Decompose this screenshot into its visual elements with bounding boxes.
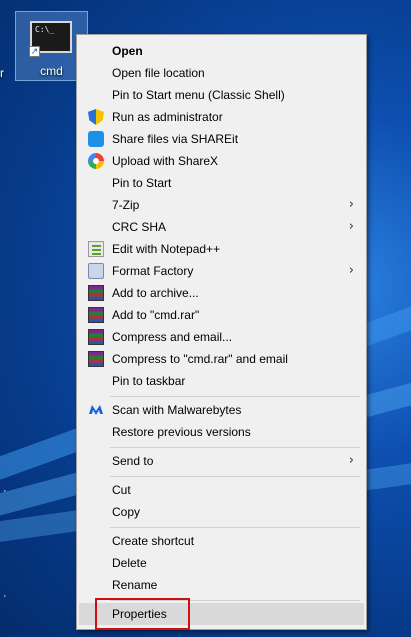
- menu-item-label: Edit with Notepad++: [112, 242, 221, 256]
- menu-item-label: Pin to Start menu (Classic Shell): [112, 88, 285, 102]
- menu-item-label: Share files via SHAREit: [112, 132, 239, 146]
- properties-highlight-box: [95, 598, 190, 630]
- winrar-icon: [88, 285, 104, 301]
- context-menu: Open Open file location Pin to Start men…: [76, 34, 367, 630]
- menu-item-label: Pin to Start: [112, 176, 172, 190]
- chevron-right-icon: ›: [348, 263, 354, 278]
- menu-item-restore-previous-versions[interactable]: Restore previous versions: [79, 421, 364, 443]
- menu-item-pin-to-start[interactable]: Pin to Start: [79, 172, 364, 194]
- menu-item-label: Run as administrator: [112, 110, 223, 124]
- menu-item-label: 7-Zip: [112, 198, 140, 212]
- chevron-right-icon: ›: [348, 197, 354, 212]
- menu-item-label: Compress and email...: [112, 330, 233, 344]
- winrar-icon: [88, 329, 104, 345]
- notepadpp-icon: [88, 241, 104, 257]
- menu-separator: [110, 447, 360, 448]
- menu-item-label: Restore previous versions: [112, 425, 251, 439]
- winrar-icon: [88, 351, 104, 367]
- menu-item-send-to[interactable]: Send to ›: [79, 450, 364, 472]
- menu-separator: [110, 396, 360, 397]
- shield-icon: [88, 109, 104, 125]
- menu-item-rename[interactable]: Rename: [79, 574, 364, 596]
- menu-item-create-shortcut[interactable]: Create shortcut: [79, 530, 364, 552]
- menu-item-label: Delete: [112, 556, 147, 570]
- partial-desktop-item: ·: [3, 590, 7, 602]
- menu-item-7zip[interactable]: 7-Zip ›: [79, 194, 364, 216]
- menu-item-run-as-administrator[interactable]: Run as administrator: [79, 106, 364, 128]
- menu-separator: [110, 527, 360, 528]
- menu-item-label: Open file location: [112, 66, 205, 80]
- menu-item-scan-malwarebytes[interactable]: Scan with Malwarebytes: [79, 399, 364, 421]
- menu-item-format-factory[interactable]: Format Factory ›: [79, 260, 364, 282]
- menu-item-cut[interactable]: Cut: [79, 479, 364, 501]
- menu-item-label: Rename: [112, 578, 158, 592]
- menu-item-label: Copy: [112, 505, 141, 519]
- menu-item-open-file-location[interactable]: Open file location: [79, 62, 364, 84]
- menu-item-upload-sharex[interactable]: Upload with ShareX: [79, 150, 364, 172]
- malwarebytes-icon: [89, 405, 103, 415]
- menu-item-label: Create shortcut: [112, 534, 195, 548]
- menu-item-add-to-cmd-rar[interactable]: Add to "cmd.rar": [79, 304, 364, 326]
- menu-item-compress-to-cmd-rar-email[interactable]: Compress to "cmd.rar" and email: [79, 348, 364, 370]
- menu-item-label: Compress to "cmd.rar" and email: [112, 352, 288, 366]
- menu-item-pin-start-classic-shell[interactable]: Pin to Start menu (Classic Shell): [79, 84, 364, 106]
- chevron-right-icon: ›: [348, 453, 354, 468]
- menu-item-label: Cut: [112, 483, 131, 497]
- menu-item-open[interactable]: Open: [79, 40, 364, 62]
- shortcut-arrow-icon: ↗: [29, 46, 40, 57]
- menu-item-label: Add to archive...: [112, 286, 199, 300]
- sharex-icon: [88, 153, 104, 169]
- menu-item-add-to-archive[interactable]: Add to archive...: [79, 282, 364, 304]
- menu-item-label: Upload with ShareX: [112, 154, 219, 168]
- menu-item-pin-to-taskbar[interactable]: Pin to taskbar: [79, 370, 364, 392]
- menu-item-delete[interactable]: Delete: [79, 552, 364, 574]
- menu-item-copy[interactable]: Copy: [79, 501, 364, 523]
- partial-desktop-label: r: [0, 66, 4, 80]
- menu-item-label: Format Factory: [112, 264, 194, 278]
- menu-item-label: Scan with Malwarebytes: [112, 403, 242, 417]
- menu-separator: [110, 476, 360, 477]
- menu-item-compress-and-email[interactable]: Compress and email...: [79, 326, 364, 348]
- menu-item-crc-sha[interactable]: CRC SHA ›: [79, 216, 364, 238]
- chevron-right-icon: ›: [348, 219, 354, 234]
- menu-item-edit-notepadpp[interactable]: Edit with Notepad++: [79, 238, 364, 260]
- winrar-icon: [88, 307, 104, 323]
- menu-item-share-shareit[interactable]: Share files via SHAREit: [79, 128, 364, 150]
- menu-item-label: Open: [112, 44, 143, 58]
- menu-item-label: CRC SHA: [112, 220, 167, 234]
- formatfactory-icon: [88, 263, 104, 279]
- menu-item-label: Pin to taskbar: [112, 374, 186, 388]
- menu-item-label: Send to: [112, 454, 154, 468]
- menu-item-label: Add to "cmd.rar": [112, 308, 200, 322]
- partial-desktop-item: ·: [3, 485, 7, 497]
- shareit-icon: [88, 131, 104, 147]
